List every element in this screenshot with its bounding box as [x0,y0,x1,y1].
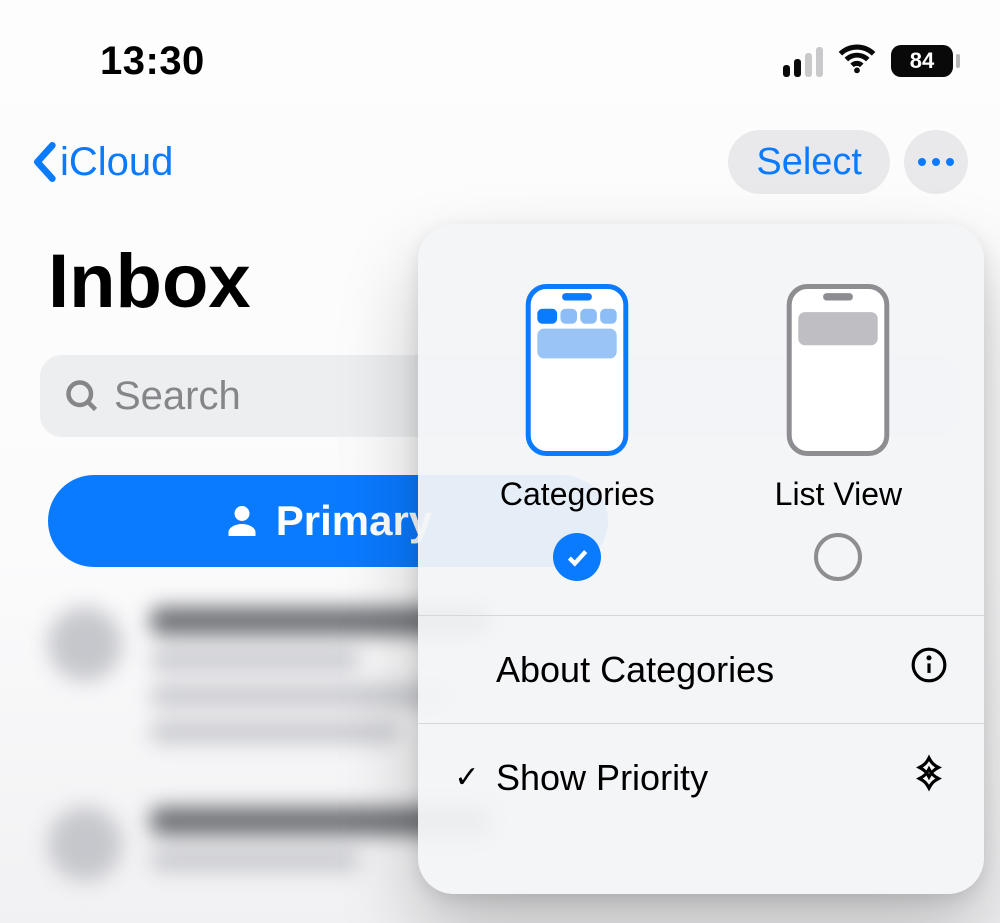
cellular-signal-icon [783,45,823,77]
nav-bar: iCloud Select [0,100,1000,202]
select-label: Select [756,141,862,184]
menu-label: About Categories [496,649,774,691]
status-time: 13:30 [100,39,205,84]
priority-icon [910,754,948,801]
view-option-label: Categories [500,476,655,513]
select-button[interactable]: Select [728,130,890,194]
battery-level: 84 [891,45,953,77]
wifi-icon [837,39,877,84]
search-placeholder: Search [114,374,241,419]
more-button[interactable] [904,130,968,194]
menu-label: Show Priority [496,757,708,799]
radio-checked-icon [553,533,601,581]
tab-primary-label: Primary [276,497,432,545]
back-button[interactable]: iCloud [32,140,173,185]
status-right: 84 [783,39,960,84]
radio-unchecked-icon [814,533,862,581]
info-icon [910,646,948,693]
back-label: iCloud [60,140,173,185]
search-icon [64,378,100,414]
view-options-popover: Categories List View About Categories [418,224,984,894]
view-option-label: List View [775,476,902,513]
checkmark-icon: ✓ [454,760,480,795]
more-icon [915,158,957,166]
listview-phone-icon [786,284,890,456]
view-option-categories[interactable]: Categories [500,284,655,581]
view-option-listview[interactable]: List View [775,284,902,581]
menu-show-priority[interactable]: ✓ Show Priority [418,723,984,831]
battery-indicator: 84 [891,45,960,77]
chevron-left-icon [32,142,56,182]
menu-about-categories[interactable]: About Categories [418,616,984,723]
status-bar: 13:30 84 [0,0,1000,100]
person-icon [224,503,260,539]
categories-phone-icon [525,284,629,456]
